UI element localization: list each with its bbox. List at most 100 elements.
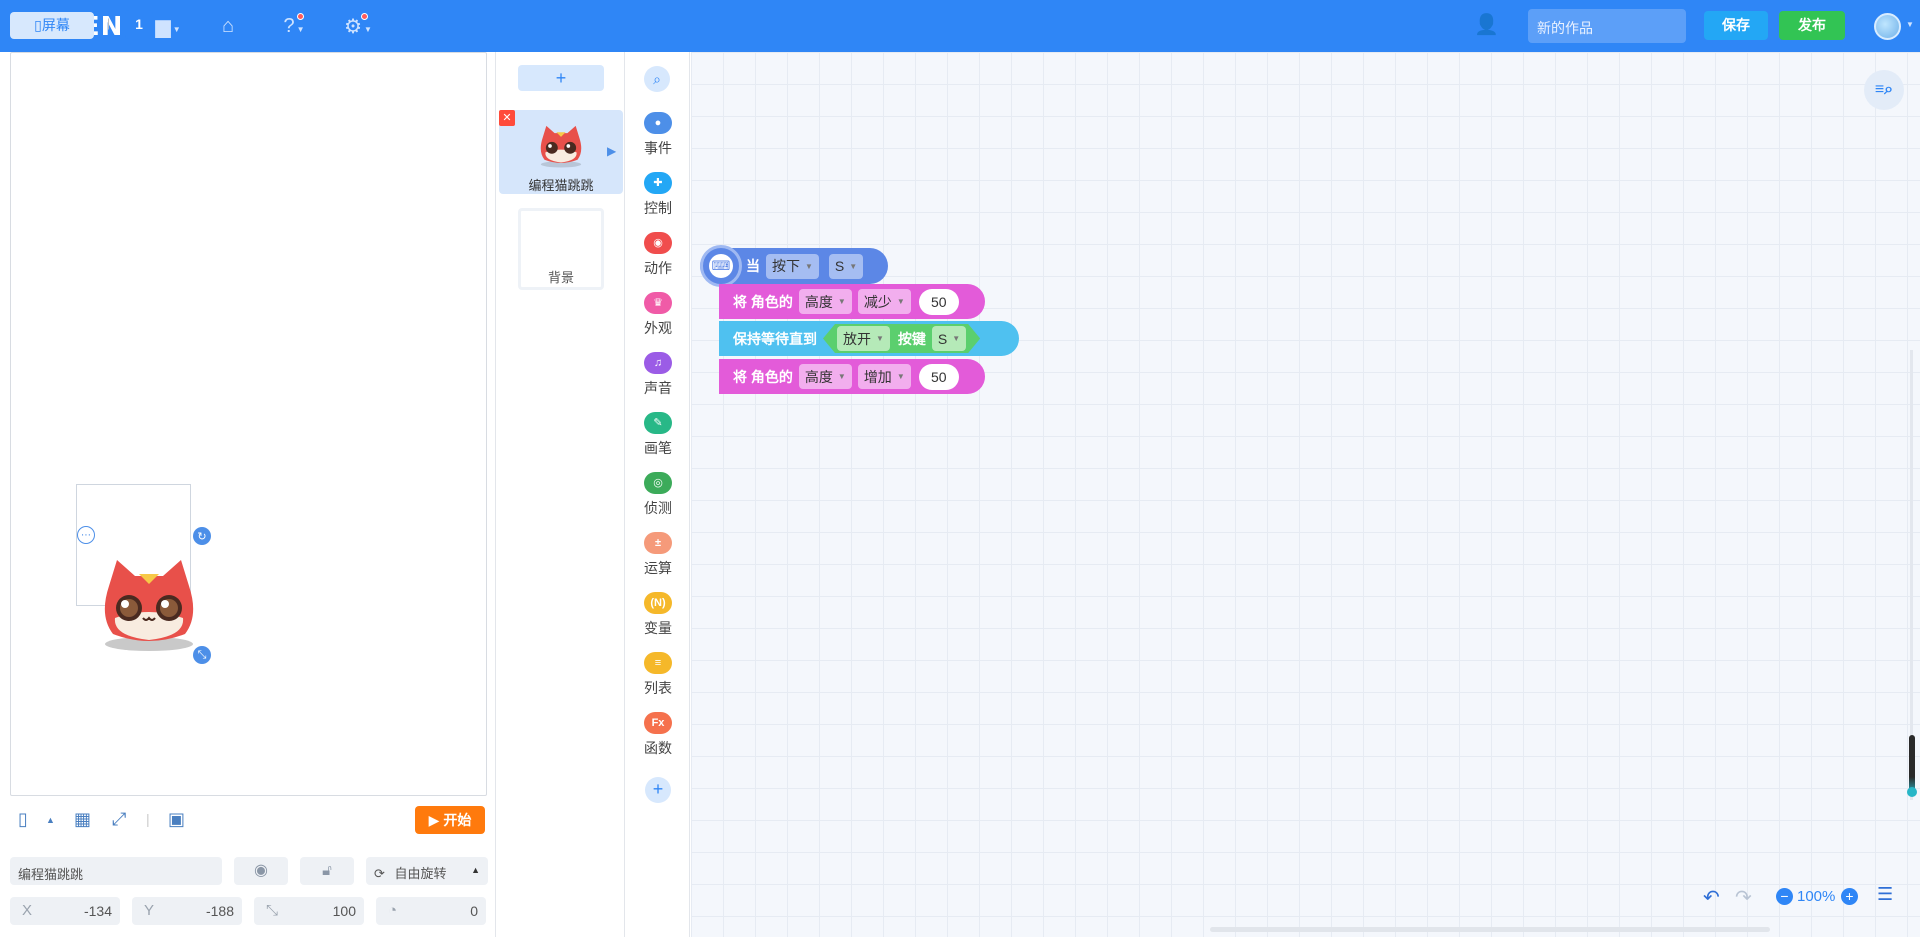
vertical-scrollbar[interactable] (1910, 350, 1913, 800)
wait-until-block[interactable]: 保持等待直到 放开 ▼ 按键 S ▼ (719, 321, 1019, 356)
screen-icon: ▯ (34, 17, 42, 33)
search-icon[interactable]: ⌕ (644, 66, 670, 92)
category-label: 列表 (644, 680, 672, 696)
undo-icon[interactable]: ↶ (1703, 885, 1720, 910)
lock-toggle[interactable]: 🔓︎ (300, 857, 354, 885)
code-workspace[interactable] (691, 52, 1920, 937)
settings-menu[interactable]: ⚙ ▼ (340, 12, 376, 40)
change-property-block[interactable]: 将 角色的 高度 ▼ 减少 ▼ 50 (719, 284, 985, 319)
screen-tab[interactable]: 1 (125, 10, 153, 39)
category-item[interactable]: ✚ 控制 (626, 172, 690, 218)
backpack-button[interactable]: ⌂ (210, 12, 246, 40)
x-field[interactable]: X -134 (10, 897, 120, 925)
start-button[interactable]: ▶ 开始 (415, 806, 485, 834)
category-item[interactable]: (N) 变量 (626, 592, 690, 638)
rotation-mode-value: 自由旋转 (394, 866, 447, 881)
gear-icon: ⚙ (344, 15, 362, 38)
chevron-down-icon: ▼ (896, 297, 905, 306)
preview-icon[interactable]: ▣ (168, 809, 185, 830)
category-icon: ♛ (644, 292, 672, 314)
align-blocks-icon[interactable]: ☰ (1877, 884, 1893, 905)
scroll-knob[interactable] (1907, 787, 1917, 797)
event-dropdown[interactable]: 按下 ▼ (766, 253, 819, 279)
zoom-out-button[interactable]: − (1776, 888, 1793, 905)
help-menu[interactable]: ? ▼ (276, 12, 312, 40)
category-item[interactable]: ◎ 侦测 (626, 472, 690, 518)
category-item[interactable]: ● 事件 (626, 112, 690, 158)
chevron-down-icon[interactable]: ▼ (1906, 20, 1914, 29)
avatar[interactable] (1874, 13, 1901, 40)
category-item[interactable]: ◉ 动作 (626, 232, 690, 278)
redo-icon[interactable]: ↷ (1735, 885, 1752, 910)
block-text: 按键 (897, 330, 926, 347)
grid-icon[interactable]: ▦ (74, 809, 91, 830)
file-menu[interactable]: ▆ ▼ (150, 12, 186, 40)
screen-button[interactable]: ▯屏幕 (10, 12, 94, 39)
key-dropdown[interactable]: S ▼ (932, 326, 966, 351)
device-frame-icon[interactable]: ▯ (18, 809, 28, 830)
chevron-up-icon: ▲ (471, 865, 480, 875)
add-extension-button[interactable]: + (645, 777, 671, 803)
y-field[interactable]: Y -188 (132, 897, 242, 925)
chevron-down-icon: ▼ (837, 297, 846, 306)
zoom-level: 100% (1797, 888, 1836, 905)
eye-icon: ◉ (254, 862, 268, 879)
zoom-in-button[interactable]: + (1841, 888, 1858, 905)
property-dropdown[interactable]: 高度 ▼ (798, 364, 852, 389)
key-dropdown[interactable]: S ▼ (828, 253, 864, 279)
chevron-right-icon[interactable]: ▶ (607, 144, 616, 158)
property-dropdown[interactable]: 高度 ▼ (798, 289, 852, 314)
stage-sprite-cat[interactable] (95, 556, 203, 657)
change-property-block[interactable]: 将 角色的 高度 ▼ 增加 ▼ 50 (719, 359, 985, 394)
number-input[interactable]: 50 (918, 288, 959, 315)
operation-dropdown[interactable]: 增加 ▼ (857, 364, 911, 389)
project-name-input[interactable]: 新的作品 (1528, 9, 1686, 43)
key-state-dropdown[interactable]: 放开 ▼ (837, 326, 890, 351)
key-condition-block[interactable]: 放开 ▼ 按键 S ▼ (823, 324, 980, 353)
category-item[interactable]: ✎ 画笔 (626, 412, 690, 458)
keyboard-icon: ⌨ (709, 254, 733, 278)
category-icon: ≡ (644, 652, 672, 674)
category-item[interactable]: Fx 函数 (626, 712, 690, 758)
category-item[interactable]: ♛ 外观 (626, 292, 690, 338)
notification-dot (361, 13, 368, 20)
chevron-down-icon: ▼ (296, 24, 305, 34)
event-value: 按下 (772, 258, 800, 274)
category-label: 动作 (644, 260, 672, 276)
publish-button[interactable]: 发布 (1779, 11, 1845, 40)
stage-canvas[interactable] (10, 52, 487, 796)
chevron-up-icon[interactable]: ▲ (46, 815, 55, 825)
rotation-mode-select[interactable]: ⟳ 自由旋转 ▲ (366, 857, 488, 885)
category-label: 变量 (644, 620, 672, 636)
category-icon: ± (644, 532, 672, 554)
block-search-button[interactable]: ≡⌕ (1864, 70, 1904, 110)
add-collaborator-icon[interactable]: 👤 (1474, 12, 1499, 37)
chevron-down-icon: ▼ (952, 334, 961, 343)
sprite-name-input[interactable]: 编程猫跳跳 (10, 857, 222, 885)
category-item[interactable]: ± 运算 (626, 532, 690, 578)
more-handle-icon[interactable]: ⋯ (77, 526, 95, 544)
category-icon: (N) (644, 592, 672, 614)
category-item[interactable]: ♫ 声音 (626, 352, 690, 398)
save-button[interactable]: 保存 (1704, 11, 1768, 40)
category-item[interactable]: ≡ 列表 (626, 652, 690, 698)
rotation-field[interactable]: ◔ 0 (376, 897, 486, 925)
category-icon: ♫ (644, 352, 672, 374)
fullscreen-icon[interactable]: ⤢ (112, 809, 126, 830)
chevron-down-icon: ▼ (172, 24, 181, 34)
size-field[interactable]: ⤡ 100 (254, 897, 364, 925)
horizontal-scrollbar[interactable] (1210, 927, 1770, 932)
category-label: 侦测 (644, 500, 672, 516)
delete-sprite-icon[interactable]: ✕ (499, 110, 515, 126)
operation-dropdown[interactable]: 减少 ▼ (857, 289, 911, 314)
category-label: 控制 (644, 200, 672, 216)
category-label: 声音 (644, 380, 672, 396)
scroll-indicator[interactable] (1909, 735, 1915, 795)
sprite-card-label: 编程猫跳跳 (528, 178, 594, 193)
number-input[interactable]: 50 (918, 363, 959, 390)
chevron-down-icon: ▼ (364, 24, 372, 34)
size-icon: ⤡ (266, 902, 279, 919)
add-sprite-button[interactable]: + (518, 65, 604, 91)
visibility-toggle[interactable]: ◉ (234, 857, 288, 885)
rotate-handle-icon[interactable]: ↻ (193, 527, 211, 545)
